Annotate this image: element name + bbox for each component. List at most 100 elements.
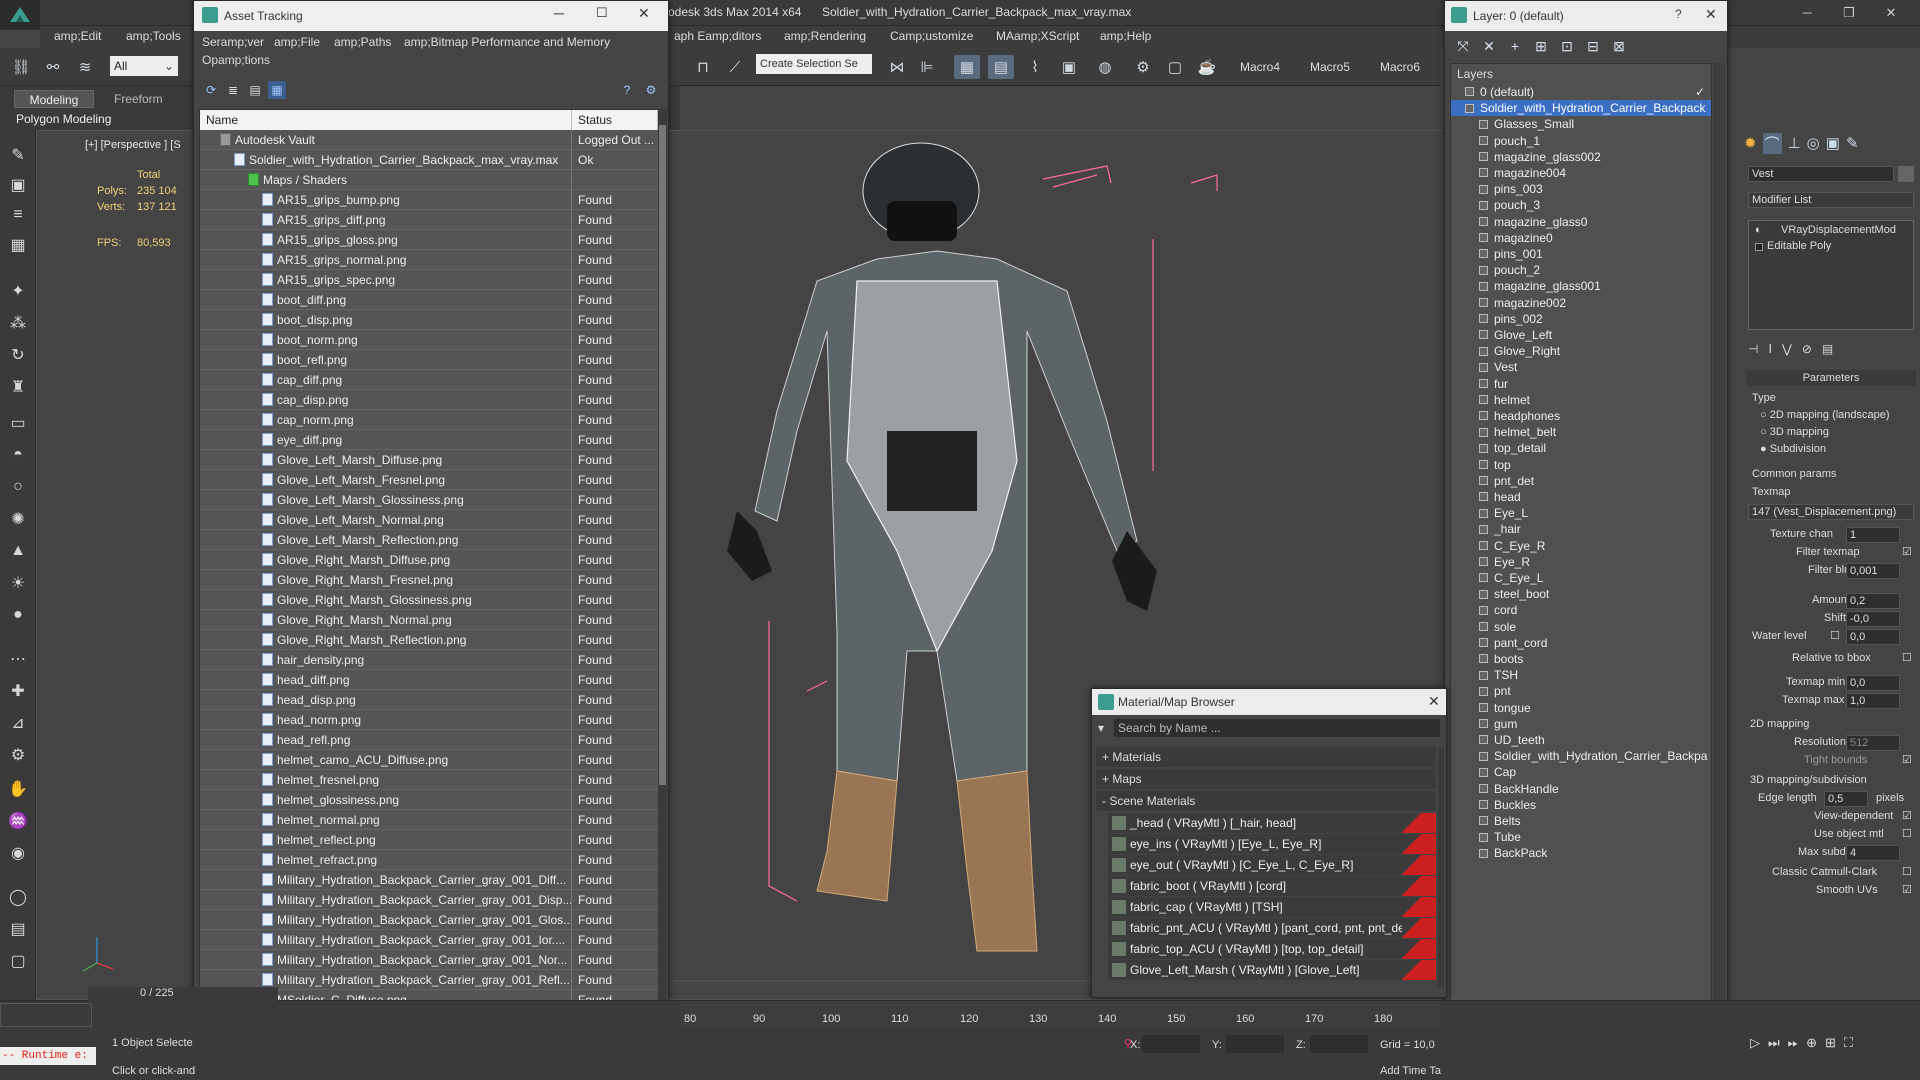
close-icon[interactable]: ✕ [1876, 2, 1906, 24]
menu-customize[interactable]: Camp;ustomize [890, 29, 973, 43]
menu-edit[interactable]: amp;Edit [54, 29, 101, 43]
camera-icon[interactable]: ▣ [6, 174, 30, 196]
layer-item[interactable]: gum [1451, 716, 1711, 732]
edit-named-selection-icon[interactable]: ⟋ [722, 55, 748, 79]
menu-graph-editors[interactable]: aph Eamp;ditors [674, 29, 761, 43]
asset-row[interactable]: helmet_glossiness.png Found [200, 790, 658, 810]
layer-item[interactable]: C_Eye_L [1451, 570, 1711, 586]
hide-all-icon[interactable]: ⊠ [1609, 37, 1629, 55]
layer-item[interactable]: fur [1451, 376, 1711, 392]
scene-material-item[interactable]: _head ( VRayMtl ) [_hair, head] [1108, 813, 1436, 833]
menu-rendering[interactable]: amp;Rendering [784, 29, 866, 43]
amount-spinner[interactable]: 0,2 [1846, 593, 1900, 609]
add-selection-icon[interactable]: ⊞ [1531, 37, 1551, 55]
create-tab-icon[interactable]: ✹ [1744, 134, 1757, 152]
shift-spinner[interactable]: -0,0 [1846, 611, 1900, 627]
scene-material-item[interactable]: eye_out ( VRayMtl ) [C_Eye_L, C_Eye_R] [1108, 855, 1436, 875]
asset-row[interactable]: Military_Hydration_Backpack_Carrier_gray… [200, 890, 658, 910]
object-name-field[interactable]: Vest [1748, 166, 1894, 182]
type-subdivision-option[interactable]: ● Subdivision [1760, 443, 1826, 455]
material-browser-scrollbar[interactable] [1438, 747, 1444, 987]
paint-icon[interactable]: ✎ [6, 144, 30, 166]
sphere-icon[interactable]: ○ [6, 476, 30, 498]
section-scene-materials[interactable]: - Scene Materials [1096, 791, 1436, 811]
layer-list-scrollbar[interactable] [1713, 63, 1725, 1043]
layer-item[interactable]: pnt [1451, 683, 1711, 699]
asset-row[interactable]: cap_norm.png Found [200, 410, 658, 430]
rendered-frame-icon[interactable]: ▢ [1162, 55, 1188, 79]
asset-row[interactable]: Military_Hydration_Backpack_Carrier_gray… [200, 930, 658, 950]
asset-row[interactable]: Soldier_with_Hydration_Carrier_Backpack_… [200, 150, 658, 170]
layer-item[interactable]: Belts [1451, 813, 1711, 829]
layer-item[interactable]: Glove_Left [1451, 327, 1711, 343]
asset-row[interactable]: head_refl.png Found [200, 730, 658, 750]
relative-bbox-checkbox[interactable]: ☐ [1902, 651, 1912, 664]
tab-freeform[interactable]: Freeform [108, 90, 169, 108]
figure-icon[interactable]: ♜ [6, 376, 30, 398]
pin-stack-icon[interactable]: ⊣ [1748, 342, 1758, 356]
refresh-icon[interactable]: ⟳ [202, 81, 220, 99]
layer-item[interactable]: Cap [1451, 764, 1711, 780]
sun-icon[interactable]: ☀ [6, 572, 30, 594]
polygon-modeling-panel[interactable]: Polygon Modeling [16, 112, 111, 126]
asset-row[interactable]: Glove_Left_Marsh_Diffuse.png Found [200, 450, 658, 470]
column-header-status[interactable]: Status [572, 110, 658, 130]
view-dependent-checkbox[interactable]: ☑ [1902, 809, 1912, 822]
asset-row[interactable]: Military_Hydration_Backpack_Carrier_gray… [200, 910, 658, 930]
smooth-uvs-checkbox[interactable]: ☑ [1902, 883, 1912, 896]
scene-material-item[interactable]: fabric_cap ( VRayMtl ) [TSH] [1108, 897, 1436, 917]
runtime-error-field[interactable]: -- Runtime e: [0, 1047, 96, 1065]
asset-tracking-titlebar[interactable]: Asset Tracking ─ ☐ ✕ [194, 1, 668, 31]
layer-item[interactable]: pouch_3 [1451, 197, 1711, 213]
layer-item[interactable]: magazine0 [1451, 230, 1711, 246]
layer-item[interactable]: C_Eye_R [1451, 538, 1711, 554]
asset-row[interactable]: boot_diff.png Found [200, 290, 658, 310]
toggle-ribbon-icon[interactable]: ▤ [988, 55, 1014, 79]
layer-item[interactable]: 0 (default) ✓ [1451, 84, 1711, 100]
layer-item[interactable]: UD_teeth [1451, 732, 1711, 748]
scene-material-item[interactable]: Glove_Left_Marsh ( VRayMtl ) [Glove_Left… [1108, 960, 1436, 980]
resolution-spinner[interactable]: 512 [1846, 735, 1900, 751]
tool-icon[interactable]: ✚ [6, 680, 30, 702]
link-icon[interactable]: ⛓ [8, 55, 34, 79]
grid-icon[interactable]: ▦ [6, 234, 30, 256]
layer-item[interactable]: pouch_1 [1451, 133, 1711, 149]
fan-icon[interactable]: ✺ [6, 508, 30, 530]
layer-item[interactable]: Glasses_Small [1451, 116, 1711, 132]
list-view-icon[interactable]: ≣ [224, 81, 242, 99]
configure-sets-icon[interactable]: ▤ [1822, 342, 1833, 356]
orb-icon[interactable]: ● [6, 604, 30, 626]
cone-icon[interactable]: ▲ [6, 540, 30, 562]
asset-row[interactable]: Glove_Left_Marsh_Glossiness.png Found [200, 490, 658, 510]
timeline[interactable]: 80 90 100 110 120 130 140 150 160 170 180 [680, 1001, 1440, 1027]
use-object-mtl-checkbox[interactable]: ☐ [1902, 827, 1912, 840]
scrollbar-thumb[interactable] [659, 125, 666, 785]
layer-item[interactable]: Eye_R [1451, 554, 1711, 570]
mirror-icon[interactable]: ⋈ [884, 55, 910, 79]
new-layer-icon[interactable]: + [1505, 37, 1525, 55]
modifier-vraydisplacement[interactable]: ◐ VRayDisplacementMod [1753, 224, 1909, 236]
texmap-button[interactable]: 147 (Vest_Displacement.png) [1748, 504, 1914, 520]
macro6-button[interactable]: Macro6 [1380, 60, 1420, 74]
tight-bounds-checkbox[interactable]: ☑ [1902, 753, 1912, 766]
asset-row[interactable]: Glove_Right_Marsh_Normal.png Found [200, 610, 658, 630]
monitor-icon[interactable]: ▢ [6, 950, 30, 972]
layer-item[interactable]: magazine004 [1451, 165, 1711, 181]
max-subdivs-spinner[interactable]: 4 [1846, 845, 1900, 861]
layer-item[interactable]: magazine_glass001 [1451, 278, 1711, 294]
water-level-checkbox[interactable]: ☐ [1830, 629, 1840, 642]
delete-layer-icon[interactable]: ✕ [1479, 37, 1499, 55]
layer-item[interactable]: Soldier_with_Hydration_Carrier_Backpack [1451, 100, 1711, 117]
options-chevron-icon[interactable]: ▾ [1098, 721, 1104, 735]
layer-item[interactable]: head [1451, 489, 1711, 505]
hand-icon[interactable]: ✋ [6, 778, 30, 800]
play-icon[interactable]: ▷ [1750, 1035, 1760, 1051]
filter-texmap-checkbox[interactable]: ☑ [1902, 545, 1912, 558]
modify-tab-icon[interactable]: ⌒ [1762, 132, 1782, 154]
layer-item[interactable]: sole [1451, 619, 1711, 635]
material-browser-titlebar[interactable]: Material/Map Browser ✕ [1092, 689, 1446, 715]
layer-item[interactable]: magazine_glass0 [1451, 214, 1711, 230]
layer-item[interactable]: cord [1451, 602, 1711, 618]
zoom-all-icon[interactable]: ⊞ [1825, 1035, 1836, 1051]
parameters-rollout-header[interactable]: Parameters [1746, 370, 1916, 386]
